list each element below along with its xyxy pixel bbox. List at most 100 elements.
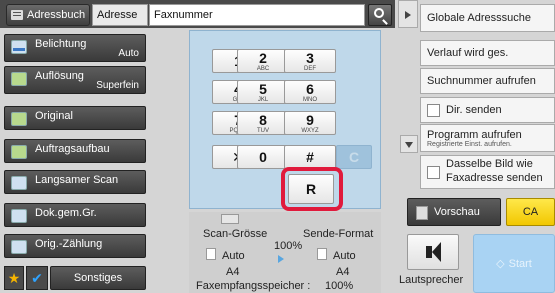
expand-panel-button[interactable] (398, 0, 418, 28)
button-label: Globale Adresssuche (427, 12, 531, 24)
sidebar-item-label: Original (35, 110, 73, 122)
key-digit: 3 (306, 49, 314, 66)
scroll-down-button[interactable] (400, 135, 418, 153)
search-icon (374, 8, 384, 18)
addressbook-tab-label: Adressbuch (27, 9, 86, 21)
fax-number-placeholder: Faxnummer (154, 9, 213, 21)
preview-icon (416, 206, 428, 220)
sidebar-item-auftragsaufbau[interactable]: Auftragsaufbau (4, 139, 146, 163)
speaker-icon (426, 242, 441, 262)
checkmark-icon: ✔ (31, 269, 43, 286)
key-digit: 8 (259, 111, 267, 128)
sidebar-item-belichtung[interactable]: Belichtung Auto (4, 34, 146, 62)
send-paper-size: A4 (336, 266, 350, 278)
same-image-checkbox[interactable] (427, 165, 440, 179)
history-button[interactable]: Verlauf wird ges. (420, 40, 555, 66)
key-digit: 5 (259, 80, 267, 97)
highlight-outline (281, 167, 343, 211)
key-8[interactable]: 8 TUV (237, 111, 289, 135)
button-sublabel: Registrierte Einst. aufrufen. (427, 140, 512, 148)
key-letters: TUV (257, 127, 269, 134)
button-label: Suchnummer aufrufen (427, 75, 536, 87)
preview-button[interactable]: Vorschau (407, 198, 501, 226)
key-digit: 0 (259, 149, 267, 165)
address-label: Adresse (92, 4, 148, 26)
key-5[interactable]: 5 JKL (237, 80, 289, 104)
sidebar-item-orig-zaehlung[interactable]: Orig.-Zählung (4, 234, 146, 258)
sidebar-item-label: Langsamer Scan (35, 174, 119, 186)
send-paper-icon (317, 248, 327, 260)
speaker-button[interactable] (407, 234, 459, 270)
key-2[interactable]: 2 ABC (237, 49, 289, 73)
key-clear[interactable]: C (336, 145, 372, 169)
key-digit: C (348, 149, 360, 165)
global-address-search-button[interactable]: Globale Adresssuche (420, 4, 555, 32)
key-letters: DEF (304, 65, 316, 72)
sidebar-item-label: Dok.gem.Gr. (35, 207, 97, 219)
key-digit: # (306, 149, 314, 165)
sidebar-item-dok-gem-gr[interactable]: Dok.gem.Gr. (4, 203, 146, 227)
send-format-label: Sende-Format (303, 228, 374, 240)
star-icon: ★ (7, 269, 21, 286)
start-icon: ◇ (496, 258, 505, 270)
job-build-icon (11, 145, 27, 159)
key-0[interactable]: 0 (237, 145, 289, 169)
fax-number-input[interactable]: Faxnummer (149, 4, 365, 26)
key-digit: 9 (306, 111, 314, 128)
key-hash[interactable]: # (284, 145, 336, 169)
sidebar-item-label: Auflösung (35, 70, 84, 82)
favorite-button[interactable]: ★ (4, 266, 24, 290)
button-label: Vorschau (434, 206, 480, 218)
key-letters: MNO (303, 96, 317, 103)
sidebar-item-label: Auftragsaufbau (35, 143, 110, 155)
exposure-icon (11, 40, 27, 54)
resolution-icon (11, 72, 27, 86)
key-9[interactable]: 9 WXYZ (284, 111, 336, 135)
sidebar-item-aufloesung[interactable]: Auflösung Superfein (4, 66, 146, 94)
key-letters: ABC (256, 65, 270, 72)
key-letters: WXYZ (301, 127, 319, 134)
arrow-right-icon (278, 255, 284, 263)
button-label: Start (508, 257, 532, 270)
other-settings-button[interactable]: Sonstiges (50, 266, 146, 290)
search-number-button[interactable]: Suchnummer aufrufen (420, 68, 555, 94)
button-label-line1: Dasselbe Bild wie (446, 158, 533, 171)
slow-scan-icon (11, 176, 27, 190)
same-image-toggle[interactable]: Dasselbe Bild wie Faxadresse senden (420, 155, 555, 189)
direct-send-checkbox[interactable] (427, 103, 440, 117)
key-6[interactable]: 6 MNO (284, 80, 336, 104)
key-3[interactable]: 3 DEF (284, 49, 336, 73)
send-mode-value[interactable]: Auto (333, 250, 356, 262)
checklist-button[interactable]: ✔ (26, 266, 48, 290)
same-image-text: Dasselbe Bild wie Faxadresse senden (446, 158, 543, 186)
speaker-label: Lautsprecher (399, 274, 464, 286)
fax-memory-value: 100% (325, 280, 354, 292)
sidebar-item-label: Belichtung (35, 38, 87, 50)
addressbook-tab[interactable]: Adressbuch (6, 4, 90, 26)
button-label-line2: Faxadresse senden (446, 172, 543, 184)
button-label: Programm aufrufen (427, 128, 522, 141)
mixed-size-icon (11, 209, 27, 223)
addressbook-icon (11, 10, 23, 20)
key-letters: JKL (257, 96, 269, 103)
ratio-value: 100% (274, 240, 303, 252)
key-digit: 2 (259, 49, 267, 66)
original-icon (11, 112, 27, 126)
direct-send-toggle[interactable]: Dir. senden (420, 97, 555, 123)
scan-paper-size: A4 (226, 266, 240, 278)
scan-size-label: Scan-Grösse (203, 228, 268, 240)
scan-paper-icon (206, 248, 216, 260)
scanner-icon (221, 214, 239, 224)
button-label: Dir. senden (446, 104, 502, 116)
start-button[interactable]: ◇ Start (473, 234, 555, 293)
sidebar-item-original[interactable]: Original (4, 106, 146, 130)
scan-mode-value[interactable]: Auto (222, 250, 245, 262)
fax-memory-label: Faxempfangsspeicher : (196, 280, 311, 292)
clear-all-button[interactable]: CA (506, 198, 555, 226)
search-button[interactable] (368, 4, 392, 26)
button-label: Verlauf wird ges. (427, 47, 509, 59)
sidebar-item-langsamer-scan[interactable]: Langsamer Scan (4, 170, 146, 194)
sidebar-item-value: Auto (118, 48, 139, 59)
original-count-icon (11, 240, 27, 254)
program-call-button[interactable]: Programm aufrufen Registrierte Einst. au… (420, 124, 555, 152)
